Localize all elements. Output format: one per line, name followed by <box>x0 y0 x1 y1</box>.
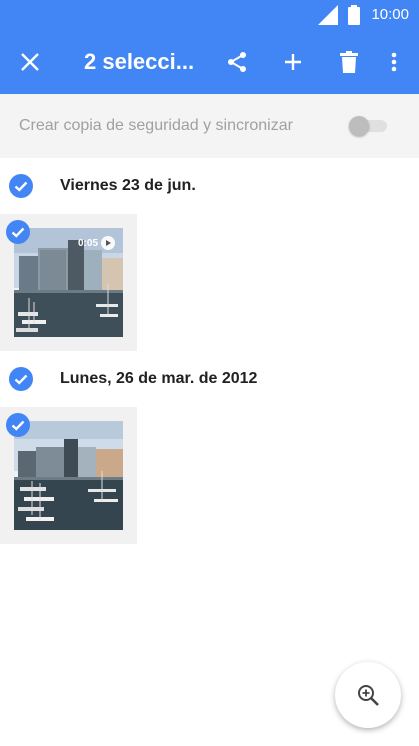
check-circle-icon[interactable] <box>9 367 33 391</box>
date-group-header: Viernes 23 de jun. <box>0 166 419 206</box>
zoom-in-icon <box>358 685 379 706</box>
status-time: 10:00 <box>371 6 409 23</box>
zoom-fab-button[interactable] <box>335 662 401 728</box>
group-date: Viernes 23 de jun. <box>60 177 196 194</box>
add-button[interactable] <box>269 30 317 94</box>
media-thumbnail[interactable]: 0:05 <box>0 214 137 351</box>
check-circle-icon[interactable] <box>6 220 30 244</box>
share-button[interactable] <box>213 30 261 94</box>
close-icon <box>21 53 39 71</box>
video-thumbnail-image: 0:05 <box>14 228 123 337</box>
battery-icon <box>348 5 360 25</box>
photo-thumbnail-image <box>14 421 123 530</box>
check-circle-icon[interactable] <box>6 413 30 437</box>
more-vert-icon <box>391 52 397 72</box>
play-icon <box>101 236 115 250</box>
group-date: Lunes, 26 de mar. de 2012 <box>60 370 258 387</box>
more-options-button[interactable] <box>370 30 418 94</box>
delete-button[interactable] <box>325 30 373 94</box>
signal-icon <box>318 5 338 25</box>
backup-sync-label: Crear copia de seguridad y sincronizar <box>19 117 293 134</box>
delete-icon <box>340 51 358 73</box>
backup-sync-toggle[interactable] <box>349 116 389 136</box>
status-bar: 10:00 <box>0 0 419 30</box>
selection-app-bar: 2 selecci... <box>0 30 419 94</box>
video-duration: 0:05 <box>77 237 98 249</box>
check-circle-icon[interactable] <box>9 174 33 198</box>
backup-sync-row: Crear copia de seguridad y sincronizar <box>0 94 419 158</box>
close-button[interactable] <box>6 30 54 94</box>
add-icon <box>285 54 301 70</box>
toggle-knob <box>349 116 369 136</box>
selection-count-title: 2 selecci... <box>84 49 195 74</box>
date-group-header: Lunes, 26 de mar. de 2012 <box>0 359 419 399</box>
media-thumbnail[interactable] <box>0 407 137 544</box>
share-icon <box>228 52 246 72</box>
video-duration-badge: 0:05 <box>78 236 115 250</box>
